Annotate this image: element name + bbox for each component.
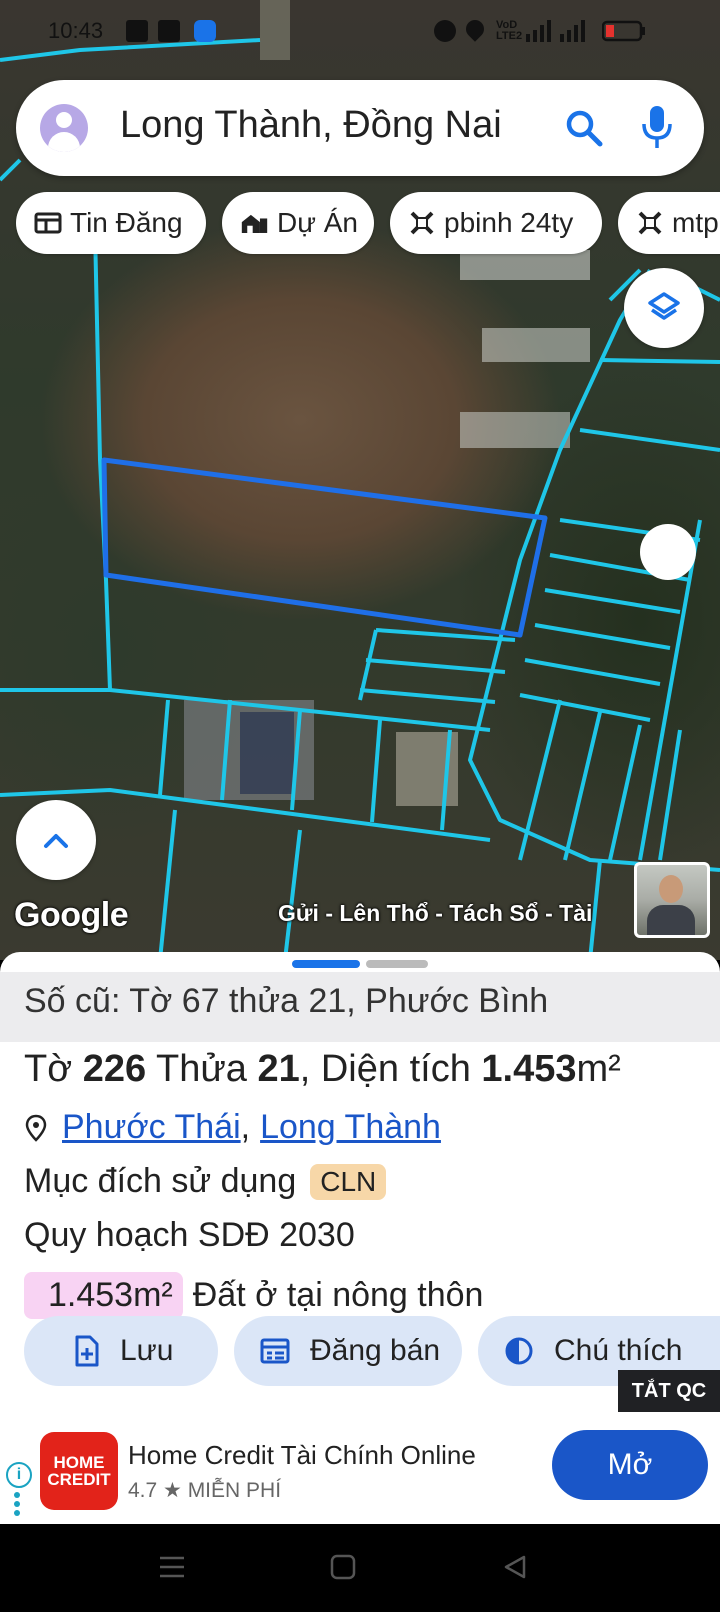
- plan-area-line: 1.453m² Đất ở tại nông thôn: [24, 1272, 483, 1319]
- location-icon: [462, 16, 488, 42]
- purpose-line: Mục đích sử dụng CLN: [24, 1162, 387, 1201]
- ward-link[interactable]: Phước Thái: [62, 1108, 241, 1147]
- signal-4g-icon: [560, 20, 585, 42]
- ad-open-button[interactable]: Mở: [552, 1430, 708, 1500]
- chip-tin-dang[interactable]: Tin Đăng: [16, 192, 206, 254]
- ad-banner[interactable]: i HOME CREDIT Home Credit Tài Chính Onli…: [0, 1412, 720, 1524]
- area-unit: m²: [576, 1048, 621, 1090]
- chip-label: mtp: [672, 207, 719, 238]
- separator: ,: [240, 1108, 251, 1146]
- file-add-icon: [75, 1335, 99, 1367]
- qr-icon: [158, 20, 180, 42]
- sheet-number: 226: [82, 1048, 147, 1090]
- plan-area-badge: 1.453m²: [24, 1272, 183, 1319]
- ad-rating: 4.7 ★ MIỄN PHÍ: [128, 1479, 282, 1502]
- sheet-handle-active[interactable]: [292, 960, 360, 968]
- hotspot-icon: [194, 20, 216, 42]
- purpose-code-badge: CLN: [310, 1163, 387, 1200]
- chip-label: pbinh 24ty: [444, 207, 574, 238]
- map-view[interactable]: 10:43 VoD LTE2 Long Thành, Đồng Nai Tin Đ…: [0, 0, 720, 960]
- back-icon[interactable]: [502, 1554, 528, 1580]
- info-icon[interactable]: i: [6, 1462, 32, 1488]
- save-button[interactable]: Lưu: [24, 1316, 218, 1386]
- chip-label: Tin Đăng: [70, 207, 183, 238]
- menu-icon[interactable]: [158, 1554, 186, 1580]
- home-icon[interactable]: [330, 1554, 356, 1580]
- map-caption: Gửi - Lên Thổ - Tách Sổ - Tài: [278, 900, 593, 926]
- buildings-icon: [241, 214, 268, 233]
- ad-logo-line2: CREDIT: [47, 1470, 111, 1489]
- district-link[interactable]: Long Thành: [260, 1108, 441, 1147]
- chip-pbinh-24ty[interactable]: pbinh 24ty: [390, 192, 602, 254]
- old-number-row: Số cũ: Tờ 67 thửa 21, Phước Bình: [0, 972, 720, 1042]
- parcel-info-sheet: Số cũ: Tờ 67 thửa 21, Phước Bình Tờ 226 …: [0, 952, 720, 1412]
- more-options-icon[interactable]: [14, 1492, 20, 1519]
- chip-du-an[interactable]: Dự Án: [222, 192, 374, 254]
- search-icon[interactable]: [564, 108, 604, 148]
- contrast-icon: [505, 1337, 533, 1365]
- ad-logo-line1: HOME: [53, 1453, 105, 1472]
- search-bar[interactable]: Long Thành, Đồng Nai: [16, 80, 704, 176]
- search-input[interactable]: Long Thành, Đồng Nai: [120, 104, 502, 147]
- expand-button[interactable]: [16, 800, 96, 880]
- area-value: 1.453: [481, 1048, 577, 1090]
- sheet-handle[interactable]: [366, 960, 428, 968]
- location-pin-icon: [25, 1114, 47, 1142]
- sheet-label: Tờ: [24, 1048, 73, 1090]
- google-logo: Google: [14, 896, 129, 934]
- map-marker[interactable]: [640, 524, 696, 580]
- avatar[interactable]: [40, 104, 88, 152]
- status-bar: 10:43 VoD LTE2: [0, 0, 720, 64]
- ad-app-logo: HOME CREDIT: [40, 1432, 118, 1510]
- layers-button[interactable]: [624, 268, 704, 348]
- save-label: Lưu: [120, 1334, 174, 1367]
- lot-label: Thửa: [155, 1048, 247, 1090]
- plan-type: Đất ở tại nông thôn: [192, 1276, 484, 1314]
- ruler-icon: [410, 211, 434, 235]
- purpose-label: Mục đích sử dụng: [24, 1162, 297, 1200]
- signal-icon: [526, 20, 551, 42]
- microphone-icon[interactable]: [640, 104, 674, 150]
- parcel-summary: Tờ 226 Thửa 21, Diện tích 1.453m²: [24, 1048, 621, 1091]
- lot-number: 21: [257, 1048, 300, 1090]
- legend-label: Chú thích: [554, 1334, 683, 1367]
- newspaper-icon: [34, 212, 62, 234]
- facebook-icon: [126, 20, 148, 42]
- area-label: , Diện tích: [299, 1048, 471, 1090]
- calendar-list-icon: [260, 1338, 290, 1364]
- battery-icon: [602, 20, 645, 42]
- navigation-bar: [0, 1524, 720, 1612]
- ruler-icon: [638, 211, 662, 235]
- location-line: Phước Thái, Long Thành: [24, 1108, 441, 1147]
- profile-thumbnail[interactable]: [634, 862, 710, 938]
- sell-button[interactable]: Đăng bán: [234, 1316, 462, 1386]
- volte-icon: VoD LTE2: [496, 19, 523, 42]
- sell-label: Đăng bán: [310, 1334, 441, 1367]
- alarm-icon: [434, 20, 456, 42]
- chevron-up-icon: [44, 834, 68, 848]
- hide-ad-button[interactable]: TẮT QC: [618, 1370, 720, 1412]
- layers-icon: [648, 292, 680, 320]
- chip-label: Dự Án: [277, 207, 358, 238]
- status-time: 10:43: [48, 18, 104, 43]
- old-number: Số cũ: Tờ 67 thửa 21, Phước Bình: [24, 982, 549, 1020]
- ad-title: Home Credit Tài Chính Online: [128, 1440, 476, 1470]
- plan-label: Quy hoạch SDĐ 2030: [24, 1216, 355, 1254]
- chip-mtp[interactable]: mtp: [618, 192, 720, 254]
